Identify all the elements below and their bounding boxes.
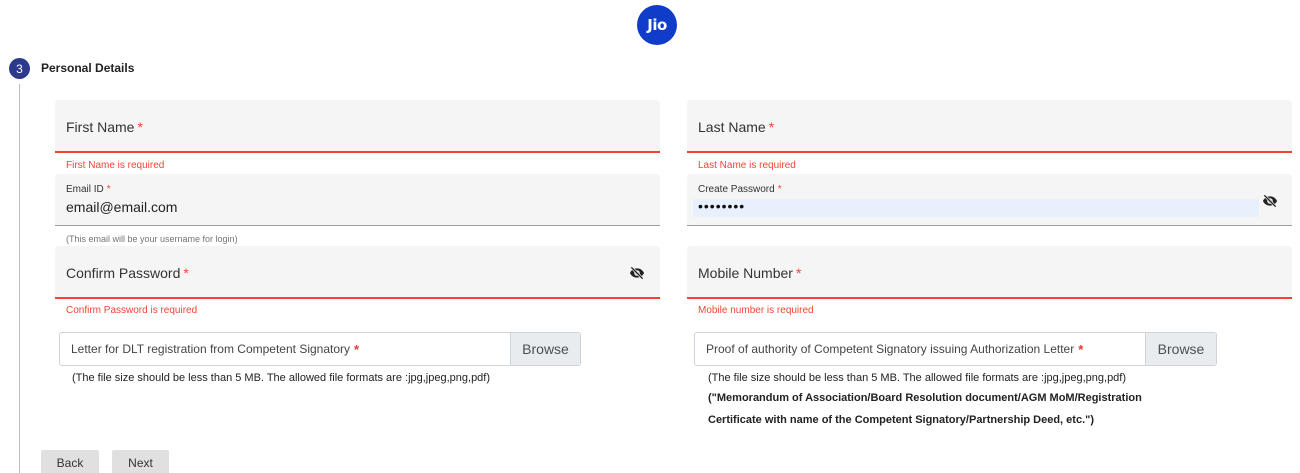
eye-slash-icon[interactable] (1259, 193, 1281, 209)
confirm-password-error: Confirm Password is required (66, 305, 198, 316)
first-name-label: First Name * (66, 119, 143, 135)
mobile-number-error: Mobile number is required (698, 305, 814, 316)
dlt-letter-upload-label: Letter for DLT registration from Compete… (71, 341, 360, 357)
authority-proof-upload[interactable]: Proof of authority of Competent Signator… (694, 332, 1217, 366)
email-hint: (This email will be your username for lo… (66, 234, 238, 244)
step-connector-line (19, 84, 20, 473)
authority-proof-doc-note-line2: Certificate with name of the Competent S… (708, 414, 1095, 426)
email-label: Email ID * (66, 184, 111, 195)
step-title: Personal Details (41, 61, 135, 75)
create-password-value: •••••••• (698, 198, 746, 214)
authority-proof-upload-label: Proof of authority of Competent Signator… (706, 341, 1084, 357)
last-name-label: Last Name * (698, 119, 775, 135)
mobile-number-label: Mobile Number * (698, 265, 802, 281)
mobile-number-field[interactable]: Mobile Number * (687, 246, 1292, 299)
authority-proof-file-note: (The file size should be less than 5 MB.… (708, 372, 1127, 384)
create-password-field[interactable]: Create Password * •••••••• (687, 174, 1292, 226)
dlt-letter-upload[interactable]: Letter for DLT registration from Compete… (59, 332, 581, 366)
autofill-highlight (693, 199, 1259, 217)
next-button[interactable]: Next (112, 450, 169, 473)
confirm-password-field[interactable]: Confirm Password * (55, 246, 660, 299)
last-name-field[interactable]: Last Name * (687, 100, 1292, 153)
confirm-password-label: Confirm Password * (66, 265, 189, 281)
step-number-badge: 3 (9, 58, 30, 79)
create-password-label: Create Password * (698, 184, 782, 195)
dlt-letter-file-note: (The file size should be less than 5 MB.… (72, 372, 491, 384)
authority-proof-doc-note-line1: ("Memorandum of Association/Board Resolu… (708, 392, 1142, 404)
eye-slash-icon[interactable] (626, 265, 648, 281)
email-value: email@email.com (66, 199, 178, 215)
logo-text: Jio (647, 16, 667, 34)
last-name-error: Last Name is required (698, 160, 796, 171)
jio-logo: Jio (637, 5, 677, 45)
back-button[interactable]: Back (41, 450, 99, 473)
authority-proof-browse-button[interactable]: Browse (1145, 333, 1216, 365)
first-name-error: First Name is required (66, 160, 165, 171)
email-field[interactable]: Email ID * email@email.com (55, 174, 660, 226)
dlt-letter-browse-button[interactable]: Browse (510, 333, 580, 365)
first-name-field[interactable]: First Name * (55, 100, 660, 153)
